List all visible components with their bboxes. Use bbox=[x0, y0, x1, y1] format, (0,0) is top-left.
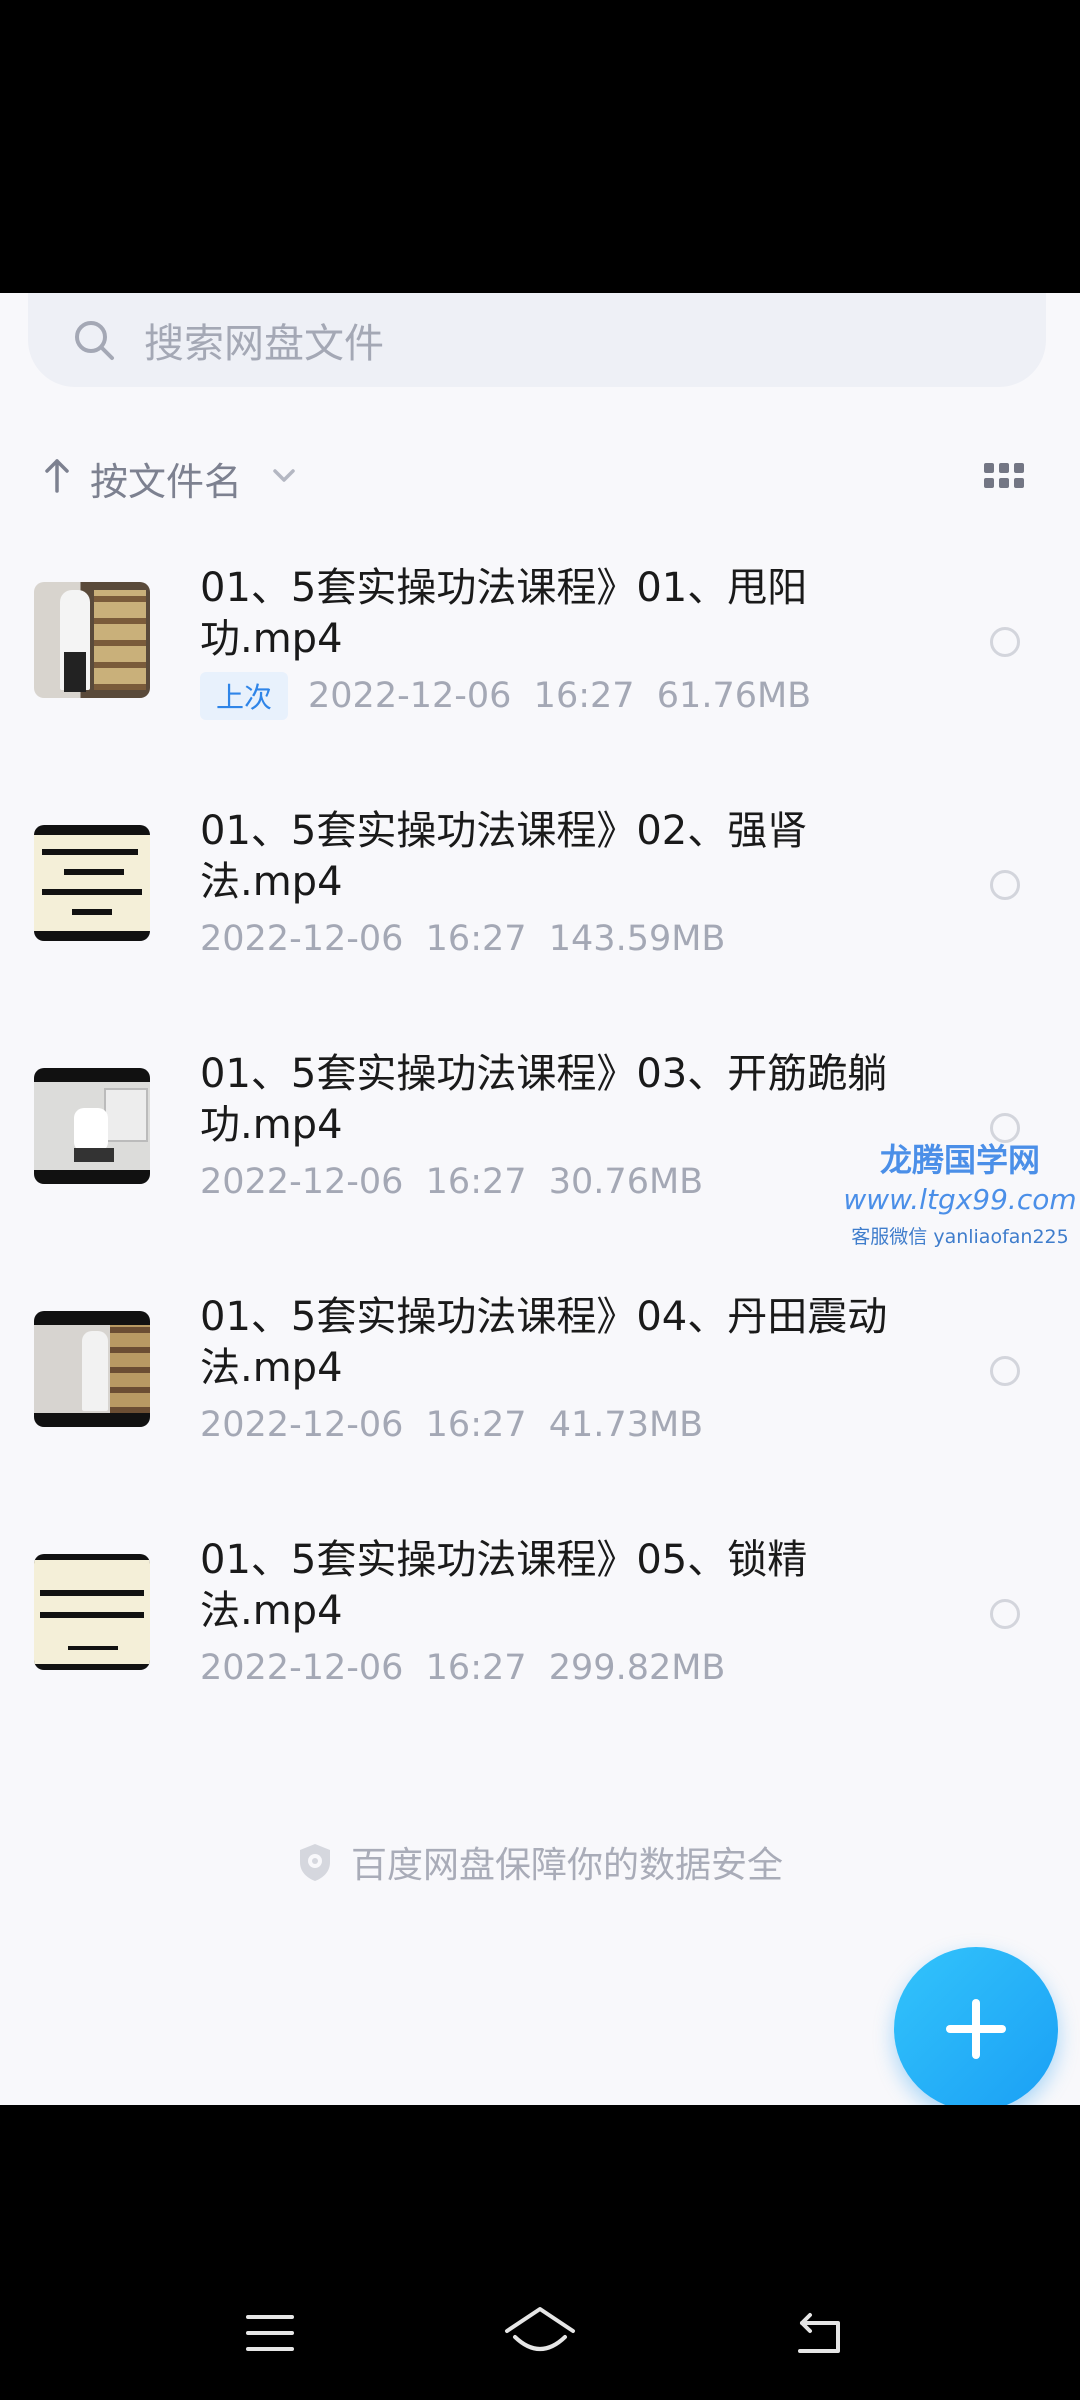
grid-view-icon[interactable] bbox=[984, 463, 1024, 491]
file-meta: 2022-12-06 16:27 299.82MB bbox=[200, 1643, 725, 1693]
security-text: 百度网盘保障你的数据安全 bbox=[350, 1845, 783, 1886]
file-name: 01、5套实操功法课程》05、锁精法.mp4 bbox=[200, 1537, 808, 1634]
file-meta: 2022-12-06 16:27 41.73MB bbox=[200, 1400, 703, 1450]
video-thumbnail bbox=[34, 1311, 150, 1427]
file-name: 01、5套实操功法课程》01、甩阳功.mp4 bbox=[200, 565, 808, 662]
file-name: 01、5套实操功法课程》02、强肾法.mp4 bbox=[200, 808, 808, 905]
file-row[interactable]: 01、5套实操功法课程》05、锁精法.mp4 2022-12-06 16:27 … bbox=[0, 1511, 1080, 1754]
file-row[interactable]: 01、5套实操功法课程》01、甩阳功.mp4 上次 2022-12-06 16:… bbox=[0, 539, 1080, 782]
status-area bbox=[0, 0, 1080, 293]
back-icon[interactable] bbox=[792, 2303, 852, 2363]
video-thumbnail bbox=[34, 1068, 150, 1184]
watermark-url: www.ltgx99.com bbox=[843, 1183, 1077, 1216]
file-row[interactable]: 01、5套实操功法课程》04、丹田震动法.mp4 2022-12-06 16:2… bbox=[0, 1268, 1080, 1511]
arrow-up-icon[interactable] bbox=[40, 455, 74, 495]
select-radio[interactable] bbox=[990, 1599, 1020, 1629]
file-meta: 2022-12-06 16:27 30.76MB bbox=[200, 1157, 703, 1207]
watermark-title: 龙腾国学网 bbox=[879, 1141, 1040, 1179]
add-button[interactable] bbox=[894, 1947, 1058, 2105]
watermark: 龙腾国学网 www.ltgx99.com 客服微信 yanliaofan225 bbox=[840, 1135, 1080, 1249]
select-radio[interactable] bbox=[990, 627, 1020, 657]
file-date-size: 2022-12-06 16:27 61.76MB bbox=[308, 676, 812, 716]
file-meta: 上次 2022-12-06 16:27 61.76MB bbox=[200, 671, 811, 721]
file-meta: 2022-12-06 16:27 143.59MB bbox=[200, 914, 725, 964]
watermark-contact: 客服微信 yanliaofan225 bbox=[851, 1226, 1069, 1248]
file-name: 01、5套实操功法课程》04、丹田震动法.mp4 bbox=[200, 1294, 888, 1391]
select-radio[interactable] bbox=[990, 1356, 1020, 1386]
video-thumbnail bbox=[34, 582, 150, 698]
file-date-size: 2022-12-06 16:27 299.82MB bbox=[200, 1648, 726, 1688]
file-name: 01、5套实操功法课程》03、开筋跪躺功.mp4 bbox=[200, 1051, 888, 1148]
system-navigation-bar bbox=[0, 2105, 1080, 2400]
last-viewed-badge: 上次 bbox=[200, 672, 289, 720]
sort-by-name-button[interactable]: 按文件名 bbox=[90, 451, 242, 506]
file-row[interactable]: 01、5套实操功法课程》02、强肾法.mp4 2022-12-06 16:27 … bbox=[0, 782, 1080, 1025]
select-radio[interactable] bbox=[990, 870, 1020, 900]
video-thumbnail bbox=[34, 825, 150, 941]
search-bar[interactable]: 搜索网盘文件 bbox=[28, 293, 1046, 387]
file-date-size: 2022-12-06 16:27 143.59MB bbox=[200, 919, 726, 959]
sort-bar: 按文件名 bbox=[0, 443, 1080, 513]
chevron-down-icon[interactable] bbox=[270, 465, 298, 487]
file-date-size: 2022-12-06 16:27 41.73MB bbox=[200, 1405, 704, 1445]
shield-icon bbox=[299, 1844, 330, 1881]
file-list-page: 搜索网盘文件 按文件名 01、5套实操功法课程》01、甩阳功.mp4 上次 20… bbox=[0, 293, 1080, 2105]
security-note: 百度网盘保障你的数据安全 bbox=[0, 1837, 1080, 1887]
menu-icon[interactable] bbox=[240, 2303, 300, 2363]
file-date-size: 2022-12-06 16:27 30.76MB bbox=[200, 1162, 704, 1202]
search-icon bbox=[75, 321, 114, 360]
home-icon[interactable] bbox=[503, 2303, 577, 2363]
search-placeholder: 搜索网盘文件 bbox=[144, 321, 384, 367]
video-thumbnail bbox=[34, 1554, 150, 1670]
